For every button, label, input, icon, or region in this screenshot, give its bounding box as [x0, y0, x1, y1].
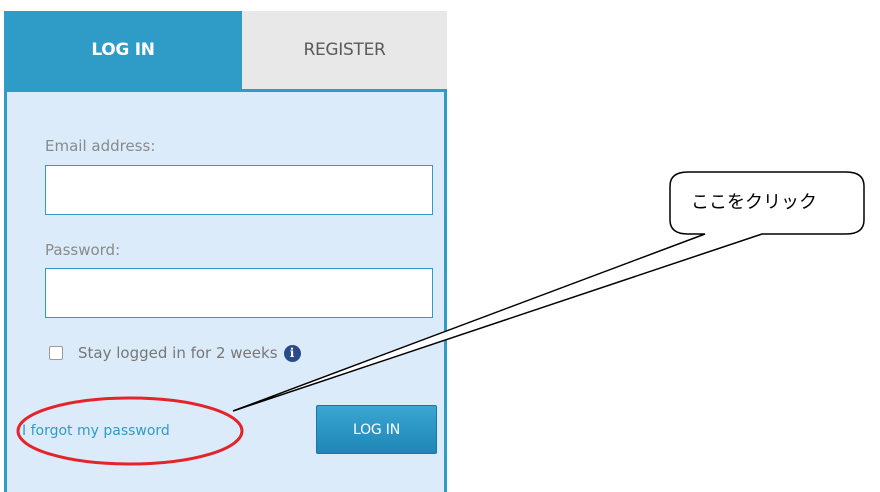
highlight-ellipse	[16, 396, 244, 466]
annotation-overlay	[16, 171, 865, 466]
callout-text: ここをクリック	[691, 192, 817, 213]
login-screen: LOG IN REGISTER Email address: Password:…	[0, 0, 880, 492]
